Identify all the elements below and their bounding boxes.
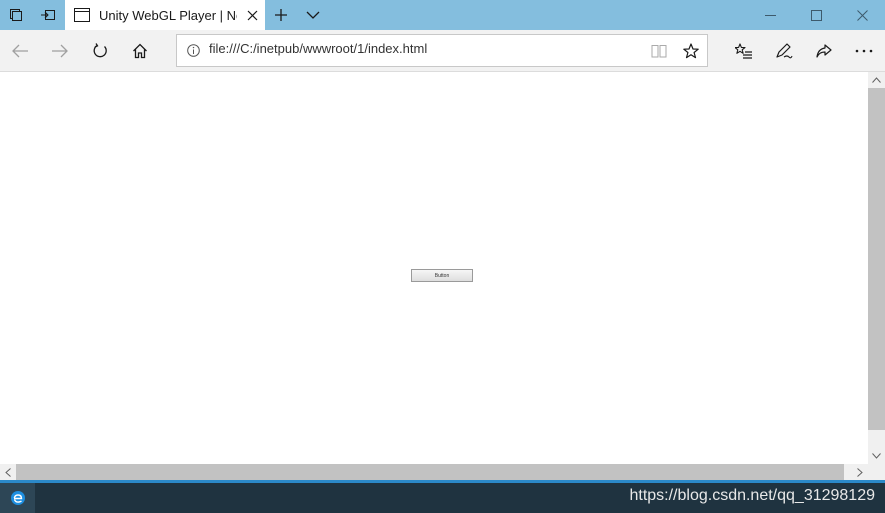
title-bar: Unity WebGL Player | Ne xyxy=(0,0,885,30)
tab-active[interactable]: Unity WebGL Player | Ne xyxy=(65,0,265,30)
show-aside-tabs-icon[interactable] xyxy=(32,0,64,30)
set-aside-tabs-icon[interactable] xyxy=(0,0,32,30)
horizontal-scroll-thumb[interactable] xyxy=(16,464,844,480)
navigation-toolbar: file:///C:/inetpub/wwwroot/1/index.html xyxy=(0,30,885,72)
scroll-down-icon[interactable] xyxy=(868,448,885,464)
scroll-up-icon[interactable] xyxy=(868,72,885,88)
chevron-down-icon[interactable] xyxy=(297,0,329,30)
taskbar: https://blog.csdn.net/qq_31298129 xyxy=(0,480,885,513)
address-bar[interactable]: file:///C:/inetpub/wwwroot/1/index.html xyxy=(176,34,708,67)
favorites-list-icon[interactable] xyxy=(724,30,764,72)
scrollbar-corner xyxy=(868,464,885,480)
minimize-icon[interactable] xyxy=(747,0,793,30)
maximize-icon[interactable] xyxy=(793,0,839,30)
arrow-left-icon[interactable] xyxy=(0,30,40,72)
more-dots-icon[interactable] xyxy=(844,30,884,72)
scroll-left-icon[interactable] xyxy=(0,464,16,480)
arrow-right-icon[interactable] xyxy=(40,30,80,72)
refresh-icon[interactable] xyxy=(80,30,120,72)
pen-icon[interactable] xyxy=(764,30,804,72)
close-icon[interactable] xyxy=(839,0,885,30)
browser-window: Unity WebGL Player | Ne file:///C:/inetp… xyxy=(0,0,885,513)
window-controls xyxy=(747,0,885,30)
vertical-scroll-thumb[interactable] xyxy=(868,88,885,430)
tab-title: Unity WebGL Player | Ne xyxy=(99,7,237,23)
info-icon[interactable] xyxy=(177,35,209,66)
horizontal-scrollbar[interactable] xyxy=(0,464,868,480)
plus-icon[interactable] xyxy=(265,0,297,30)
edge-browser-icon[interactable] xyxy=(0,483,35,513)
scroll-right-icon[interactable] xyxy=(852,464,868,480)
tab-close-icon[interactable] xyxy=(241,4,263,26)
vertical-scrollbar[interactable] xyxy=(868,72,885,464)
watermark-text: https://blog.csdn.net/qq_31298129 xyxy=(629,487,875,504)
star-icon[interactable] xyxy=(675,35,707,66)
right-toolbar xyxy=(724,30,884,72)
url-text[interactable]: file:///C:/inetpub/wwwroot/1/index.html xyxy=(209,41,643,56)
book-icon[interactable] xyxy=(643,35,675,66)
unity-button[interactable]: Button xyxy=(411,269,473,282)
home-icon[interactable] xyxy=(120,30,160,72)
page-content: Button xyxy=(0,72,868,464)
share-icon[interactable] xyxy=(804,30,844,72)
page-icon xyxy=(73,6,91,24)
